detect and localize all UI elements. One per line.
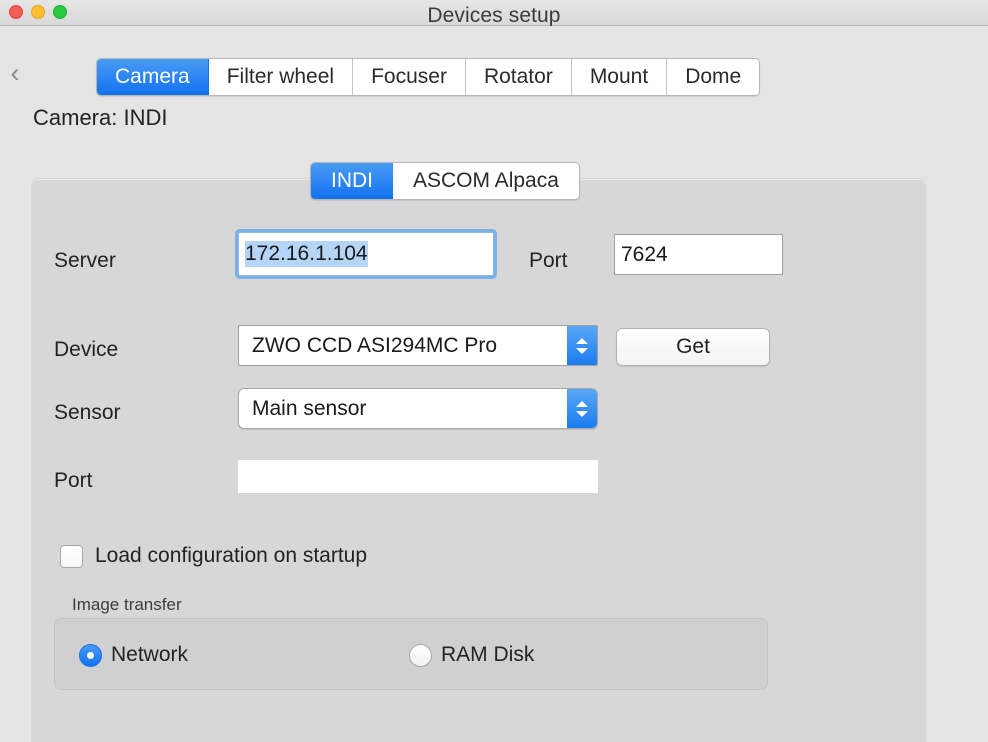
device-select-value: ZWO CCD ASI294MC Pro [252, 333, 498, 357]
sensor-stepper-icon[interactable] [567, 389, 597, 428]
window-title: Devices setup [427, 4, 561, 27]
device-stepper-icon[interactable] [567, 326, 597, 365]
network-radio-label: Network [111, 643, 189, 666]
load-config-label: Load configuration on startup [95, 544, 368, 567]
chevron-down-icon [576, 410, 588, 417]
tab-rotator[interactable]: Rotator [465, 59, 572, 95]
load-config-checkbox-row[interactable]: Load configuration on startup [60, 544, 367, 568]
segment-indi[interactable]: INDI [311, 163, 393, 199]
port-number-input[interactable]: 7624 [614, 234, 783, 275]
ram-disk-radio[interactable] [409, 643, 432, 667]
devices-setup-window: Devices setup Camera Filter wheel Focuse… [0, 0, 988, 742]
image-transfer-title: Image transfer [72, 595, 182, 614]
chevron-up-icon [576, 337, 588, 344]
segment-ascom-alpaca[interactable]: ASCOM Alpaca [393, 163, 579, 199]
server-label: Server [54, 249, 116, 272]
tab-filter-wheel[interactable]: Filter wheel [208, 59, 354, 95]
ram-disk-radio-label: RAM Disk [441, 643, 535, 666]
tab-mount[interactable]: Mount [571, 59, 668, 95]
server-input[interactable]: 172.16.1.104 [238, 232, 494, 276]
port-device-input[interactable] [238, 460, 598, 493]
get-button[interactable]: Get [616, 328, 770, 366]
sensor-select[interactable]: Main sensor [238, 388, 598, 429]
network-radio[interactable] [79, 643, 102, 667]
server-input-value: 172.16.1.104 [245, 241, 368, 267]
back-chevron-icon[interactable]: ‹ [2, 58, 28, 88]
chevron-up-icon [576, 400, 588, 407]
chevron-down-icon [576, 347, 588, 354]
image-transfer-group: Network RAM Disk [54, 618, 768, 690]
protocol-segmented-control: INDI ASCOM Alpaca [310, 162, 580, 200]
tab-dome[interactable]: Dome [667, 59, 760, 95]
sensor-label: Sensor [54, 401, 121, 424]
device-tabbar: Camera Filter wheel Focuser Rotator Moun… [96, 58, 761, 96]
port-number-label: Port [529, 249, 568, 272]
tab-focuser[interactable]: Focuser [353, 59, 466, 95]
port-number-value: 7624 [621, 242, 668, 266]
tab-camera[interactable]: Camera [97, 59, 209, 95]
tabbar-strip: Camera Filter wheel Focuser Rotator Moun… [0, 26, 988, 96]
radio-row-ram-disk[interactable]: RAM Disk [409, 643, 534, 667]
page-title: Camera: INDI [33, 105, 168, 130]
device-label: Device [54, 338, 119, 361]
load-config-checkbox[interactable] [60, 544, 83, 568]
sensor-select-value: Main sensor [252, 396, 367, 420]
device-select[interactable]: ZWO CCD ASI294MC Pro [238, 325, 598, 366]
port-device-label: Port [54, 469, 93, 492]
radio-row-network[interactable]: Network [79, 643, 188, 667]
